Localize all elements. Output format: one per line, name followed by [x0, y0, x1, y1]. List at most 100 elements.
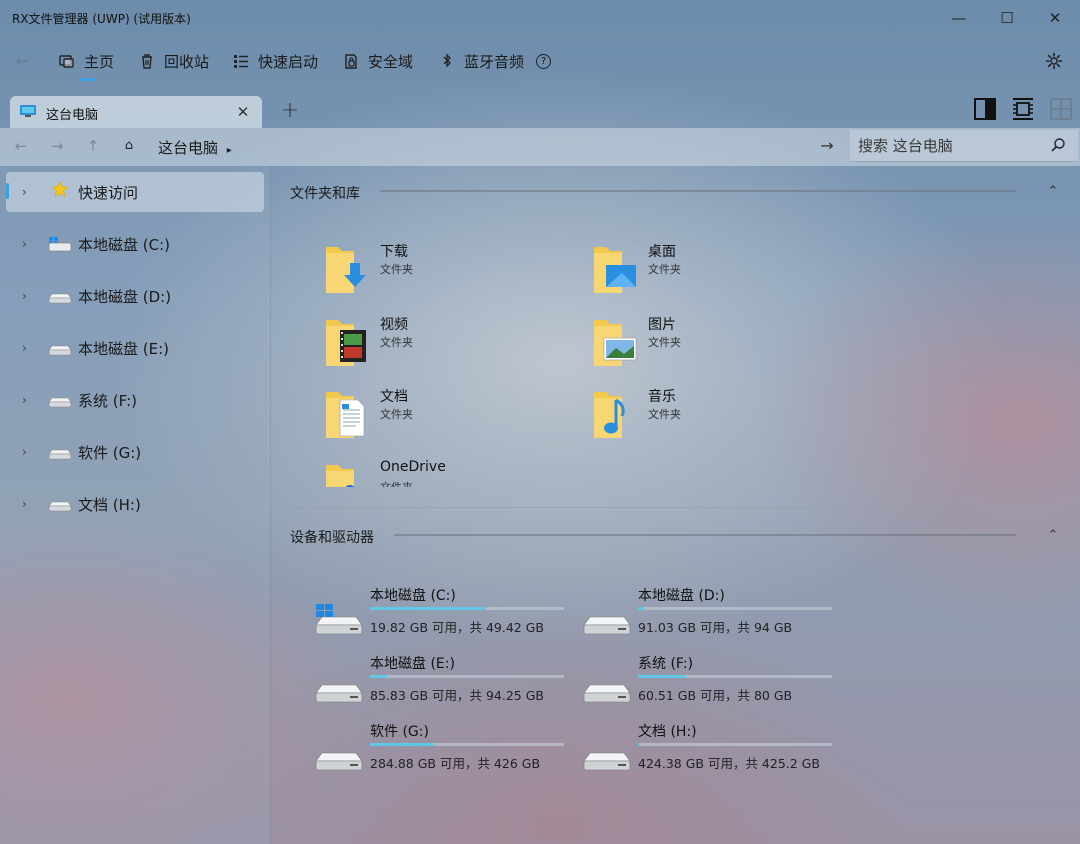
- chevron-right-icon[interactable]: ›: [22, 289, 27, 303]
- collapse-folders-button[interactable]: ⌃: [1044, 183, 1062, 201]
- windows-drive-icon: [315, 604, 363, 635]
- details-layout-button[interactable]: [1010, 96, 1036, 122]
- go-button[interactable]: →: [816, 135, 838, 157]
- tab-label: 这台电脑: [46, 108, 99, 123]
- sidebar-item-drive-f[interactable]: › 系统 (F:): [6, 380, 264, 420]
- drive-usage-fill: [638, 675, 685, 678]
- folder-name: 视频: [380, 317, 408, 333]
- folder-type: 文件夹: [380, 263, 413, 276]
- secure-area-label: 安全域: [368, 52, 414, 71]
- bluetooth-icon: [443, 53, 451, 68]
- search-input[interactable]: [858, 136, 1048, 156]
- sidebar-item-drive-h[interactable]: › 文档 (H:): [6, 484, 264, 524]
- sidebar-item-drive-d[interactable]: › 本地磁盘 (D:): [6, 276, 264, 316]
- desktop-folder-icon: [594, 247, 636, 293]
- drive-free-space: 19.82 GB 可用，共 49.42 GB: [370, 620, 544, 635]
- quick-launch-label: 快速启动: [258, 52, 319, 71]
- help-icon[interactable]: ?: [536, 53, 552, 69]
- drive-h[interactable]: 文档 (H:) 424.38 GB 可用，共 425.2 GB: [582, 721, 842, 781]
- maximize-button[interactable]: ☐: [984, 0, 1030, 36]
- drive-name: 本地磁盘 (C:): [370, 588, 456, 604]
- sidebar-divider: [270, 166, 271, 844]
- chevron-right-icon[interactable]: ›: [22, 393, 27, 407]
- home-button[interactable]: 主页: [58, 48, 114, 74]
- folder-type: 文件夹: [380, 336, 413, 349]
- drive-usage-fill: [638, 607, 644, 610]
- sidebar-item-label: 文档 (H:): [78, 495, 141, 514]
- preview-pane-button[interactable]: [972, 96, 998, 122]
- sidebar-item-label: 快速访问: [78, 183, 139, 202]
- search-icon[interactable]: [1050, 137, 1066, 153]
- sidebar-item-drive-c[interactable]: › 本地磁盘 (C:): [6, 224, 264, 264]
- quick-launch-button[interactable]: 快速启动: [232, 48, 318, 74]
- drive-g[interactable]: 软件 (G:) 284.88 GB 可用，共 426 GB: [314, 721, 574, 781]
- section-divider: [394, 534, 1016, 536]
- nav-back-button[interactable]: ←: [10, 135, 32, 157]
- gear-icon: [1045, 52, 1063, 70]
- folder-onedrive[interactable]: OneDrive 文件夹: [324, 459, 564, 487]
- videos-folder-icon: [326, 320, 366, 366]
- folder-documents[interactable]: 文档 文件夹: [324, 386, 564, 448]
- back-button[interactable]: ←: [16, 48, 29, 74]
- breadcrumb-item[interactable]: 这台电脑: [158, 139, 218, 157]
- folder-type: 文件夹: [648, 263, 681, 276]
- chevron-right-icon[interactable]: ›: [22, 185, 27, 199]
- new-tab-button[interactable]: +: [278, 98, 302, 124]
- sidebar-item-label: 系统 (F:): [78, 391, 137, 410]
- folder-downloads[interactable]: 下载 文件夹: [324, 241, 564, 303]
- sidebar-item-drive-e[interactable]: › 本地磁盘 (E:): [6, 328, 264, 368]
- sidebar-item-quick-access[interactable]: › 快速访问: [6, 172, 264, 212]
- sidebar-item-label: 本地磁盘 (C:): [78, 235, 170, 254]
- nav-forward-button[interactable]: →: [46, 135, 68, 157]
- folder-type: 文件夹: [380, 479, 413, 487]
- tab-this-pc[interactable]: 这台电脑 ✕: [10, 96, 262, 128]
- computer-icon: [20, 105, 36, 117]
- drive-c[interactable]: 本地磁盘 (C:) 19.82 GB 可用，共 49.42 GB: [314, 585, 574, 645]
- tab-close-button[interactable]: ✕: [232, 101, 254, 123]
- drive-usage-bar: [370, 607, 564, 610]
- minimize-button[interactable]: —: [936, 0, 982, 36]
- folder-desktop[interactable]: 桌面 文件夹: [592, 241, 832, 303]
- chevron-right-icon[interactable]: ›: [22, 497, 27, 511]
- secure-area-button[interactable]: 安全域: [342, 48, 413, 74]
- collapse-drives-button[interactable]: ⌃: [1044, 527, 1062, 545]
- drive-name: 文档 (H:): [638, 724, 697, 740]
- drive-name: 系统 (F:): [638, 656, 694, 672]
- search-box[interactable]: [850, 130, 1078, 162]
- chevron-right-icon[interactable]: ›: [22, 445, 27, 459]
- windows-drive-icon: [48, 237, 72, 252]
- chevron-right-icon[interactable]: ›: [22, 341, 27, 355]
- music-folder-icon: [594, 392, 625, 438]
- grid-layout-button[interactable]: [1048, 96, 1074, 122]
- folder-music[interactable]: 音乐 文件夹: [592, 386, 832, 448]
- recycle-bin-button[interactable]: 回收站: [138, 48, 209, 74]
- bluetooth-audio-label: 蓝牙音频: [464, 52, 525, 71]
- nav-home-button[interactable]: ⌂: [118, 135, 140, 157]
- folder-name: 文档: [380, 389, 408, 405]
- section-title-drives: 设备和驱动器: [290, 530, 374, 546]
- breadcrumb-separator[interactable]: ▸: [227, 145, 232, 156]
- drive-e[interactable]: 本地磁盘 (E:) 85.83 GB 可用，共 94.25 GB: [314, 653, 574, 713]
- folder-type: 文件夹: [648, 408, 681, 421]
- folder-name: 桌面: [648, 244, 676, 260]
- chevron-right-icon[interactable]: ›: [22, 237, 27, 251]
- sidebar-item-label: 软件 (G:): [78, 443, 142, 462]
- nav-up-button[interactable]: ↑: [82, 135, 104, 157]
- folder-videos[interactable]: 视频 文件夹: [324, 314, 564, 376]
- selection-indicator: [6, 183, 9, 199]
- drive-icon: [48, 293, 72, 304]
- breadcrumb[interactable]: 这台电脑 ▸: [158, 137, 232, 158]
- drive-usage-bar: [370, 675, 564, 678]
- close-window-button[interactable]: ✕: [1032, 0, 1078, 36]
- folder-pictures[interactable]: 图片 文件夹: [592, 314, 832, 376]
- sidebar-item-drive-g[interactable]: › 软件 (G:): [6, 432, 264, 472]
- drive-icon: [315, 684, 363, 703]
- bluetooth-audio-button[interactable]: 蓝牙音频 ?: [438, 48, 552, 74]
- drive-usage-fill: [370, 675, 388, 678]
- drive-f[interactable]: 系统 (F:) 60.51 GB 可用，共 80 GB: [582, 653, 842, 713]
- preview-pane-icon: [974, 98, 996, 120]
- settings-button[interactable]: [1044, 51, 1064, 71]
- drive-d[interactable]: 本地磁盘 (D:) 91.03 GB 可用，共 94 GB: [582, 585, 842, 645]
- folder-name: 音乐: [648, 389, 676, 405]
- drive-icon: [583, 752, 631, 771]
